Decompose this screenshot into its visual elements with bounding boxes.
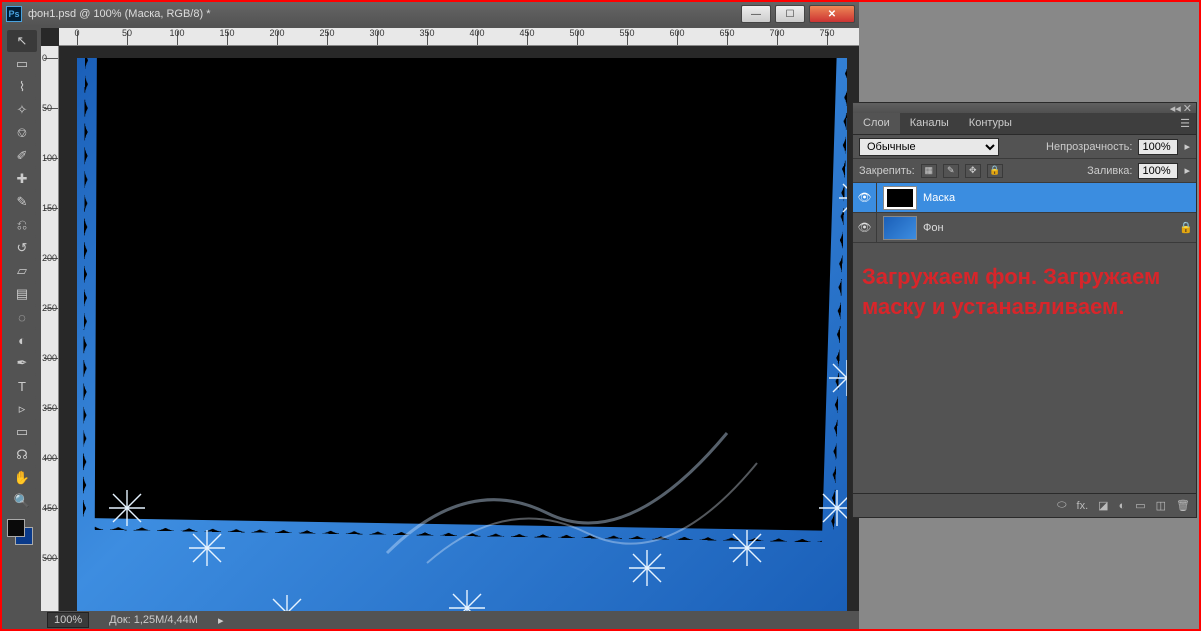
snowflake-icon bbox=[187, 528, 227, 568]
blend-row: Обычные Непрозрачность: ▸ bbox=[853, 135, 1196, 159]
lock-pixels-button[interactable]: ✎ bbox=[943, 164, 959, 178]
snowflake-icon bbox=[627, 548, 667, 588]
layer-thumbnail[interactable] bbox=[883, 216, 917, 240]
fill-chevron-icon[interactable]: ▸ bbox=[1184, 164, 1190, 177]
tool-move[interactable]: ↖ bbox=[7, 30, 37, 52]
visibility-toggle[interactable]: 👁 bbox=[853, 183, 877, 212]
decorative-swirl bbox=[367, 373, 767, 573]
footer-delete-button[interactable]: 🗑 bbox=[1176, 499, 1190, 512]
maximize-button[interactable] bbox=[775, 5, 805, 23]
footer-adjust-button[interactable]: ◐ bbox=[1119, 500, 1126, 512]
tool-dodge[interactable]: ◐ bbox=[7, 329, 37, 351]
status-bar: 100% Док: 1,25M/4,44M ▸ bbox=[41, 611, 859, 629]
lock-row: Закрепить: ▦ ✎ ✥ 🔒 Заливка: ▸ bbox=[853, 159, 1196, 183]
tool-wand[interactable]: ✧ bbox=[7, 99, 37, 121]
snowflake-icon bbox=[447, 588, 487, 611]
canvas-scrollview[interactable] bbox=[59, 46, 859, 611]
visibility-toggle[interactable]: 👁 bbox=[853, 213, 877, 242]
canvas[interactable] bbox=[77, 58, 847, 611]
close-button[interactable] bbox=[809, 5, 855, 23]
tool-heal[interactable]: ✚ bbox=[7, 168, 37, 190]
opacity-chevron-icon[interactable]: ▸ bbox=[1184, 140, 1190, 153]
photoshop-window: Ps фон1.psd @ 100% (Маска, RGB/8) * ↖▭⌇✧… bbox=[2, 2, 859, 629]
tool-blur[interactable]: ◌ bbox=[7, 306, 37, 328]
panel-footer: ⬭ fx. ◪ ◐ ▭ ◫ 🗑 bbox=[853, 493, 1196, 517]
zoom-level[interactable]: 100% bbox=[47, 612, 89, 628]
ruler-horizontal: 0501001502002503003504004505005506006507… bbox=[59, 28, 859, 46]
panel-drag-header[interactable]: ◂◂✕ bbox=[853, 103, 1196, 113]
tool-type[interactable]: T bbox=[7, 375, 37, 397]
footer-fx-button[interactable]: fx. bbox=[1077, 500, 1089, 512]
window-controls bbox=[741, 5, 855, 23]
snowflake-icon bbox=[817, 488, 847, 528]
foreground-color[interactable] bbox=[7, 519, 25, 537]
layer-row[interactable]: 👁 Фон🔒 bbox=[853, 213, 1196, 243]
lock-position-button[interactable]: ✥ bbox=[965, 164, 981, 178]
lock-all-button[interactable]: 🔒 bbox=[987, 164, 1003, 178]
tool-pen[interactable]: ✒ bbox=[7, 352, 37, 374]
ruler-vertical: 050100150200250300350400450500 bbox=[41, 46, 59, 611]
window-title: фон1.psd @ 100% (Маска, RGB/8) * bbox=[28, 8, 741, 20]
blend-mode-select[interactable]: Обычные bbox=[859, 138, 999, 156]
tab-Каналы[interactable]: Каналы bbox=[900, 113, 959, 134]
footer-link-button[interactable]: ⬭ bbox=[1057, 499, 1066, 512]
tool-marquee[interactable]: ▭ bbox=[7, 53, 37, 75]
tools-panel: ↖▭⌇✧⎊✐✚✎⎌↺▱▤◌◐✒T▹▭☊✋🔍 bbox=[5, 28, 39, 618]
tool-gradient[interactable]: ▤ bbox=[7, 283, 37, 305]
footer-new-layer-button[interactable]: ◫ bbox=[1156, 499, 1166, 512]
tutorial-annotation: Загружаем фон. Загружаем маску и устанав… bbox=[858, 258, 1188, 325]
layer-thumbnail[interactable] bbox=[883, 186, 917, 210]
lock-transparency-button[interactable]: ▦ bbox=[921, 164, 937, 178]
tab-Контуры[interactable]: Контуры bbox=[959, 113, 1022, 134]
minimize-button[interactable] bbox=[741, 5, 771, 23]
tool-eyedrop[interactable]: ✐ bbox=[7, 145, 37, 167]
lock-icon: 🔒 bbox=[1176, 221, 1196, 234]
layer-list: 👁 Маска 👁 Фон🔒 bbox=[853, 183, 1196, 493]
color-swatches[interactable] bbox=[7, 519, 33, 545]
workspace: 0501001502002503003504004505005506006507… bbox=[41, 28, 859, 611]
layer-row[interactable]: 👁 Маска bbox=[853, 183, 1196, 213]
panel-menu-icon[interactable]: ☰ bbox=[1174, 113, 1196, 134]
app-icon: Ps bbox=[6, 6, 22, 22]
opacity-label: Непрозрачность: bbox=[1046, 141, 1132, 153]
footer-mask-button[interactable]: ◪ bbox=[1098, 499, 1108, 512]
fill-label: Заливка: bbox=[1087, 165, 1132, 177]
title-bar: Ps фон1.psd @ 100% (Маска, RGB/8) * bbox=[2, 2, 859, 26]
footer-group-button[interactable]: ▭ bbox=[1135, 499, 1145, 512]
tool-history[interactable]: ↺ bbox=[7, 237, 37, 259]
status-chevron-icon[interactable]: ▸ bbox=[218, 614, 224, 627]
tool-brush[interactable]: ✎ bbox=[7, 191, 37, 213]
snowflake-icon bbox=[827, 358, 847, 398]
tool-crop[interactable]: ⎊ bbox=[7, 122, 37, 144]
tool-path[interactable]: ▹ bbox=[7, 398, 37, 420]
snowflake-icon bbox=[837, 178, 847, 218]
snowflake-icon bbox=[107, 488, 147, 528]
snowflake-icon bbox=[267, 593, 307, 611]
tool-rect[interactable]: ▭ bbox=[7, 421, 37, 443]
tab-Слои[interactable]: Слои bbox=[853, 113, 900, 134]
opacity-input[interactable] bbox=[1138, 139, 1178, 155]
lock-label: Закрепить: bbox=[859, 165, 915, 177]
doc-size: Док: 1,25M/4,44M bbox=[109, 614, 198, 626]
fill-input[interactable] bbox=[1138, 163, 1178, 179]
tool-eraser[interactable]: ▱ bbox=[7, 260, 37, 282]
tool-hand[interactable]: ✋ bbox=[7, 467, 37, 489]
tool-zoom[interactable]: 🔍 bbox=[7, 490, 37, 512]
tool-lasso[interactable]: ⌇ bbox=[7, 76, 37, 98]
snowflake-icon bbox=[727, 528, 767, 568]
panel-tabs: СлоиКаналыКонтуры ☰ bbox=[853, 113, 1196, 135]
tool-3d[interactable]: ☊ bbox=[7, 444, 37, 466]
tool-stamp[interactable]: ⎌ bbox=[7, 214, 37, 236]
layer-name[interactable]: Фон bbox=[923, 222, 1176, 234]
layer-name[interactable]: Маска bbox=[923, 192, 1196, 204]
